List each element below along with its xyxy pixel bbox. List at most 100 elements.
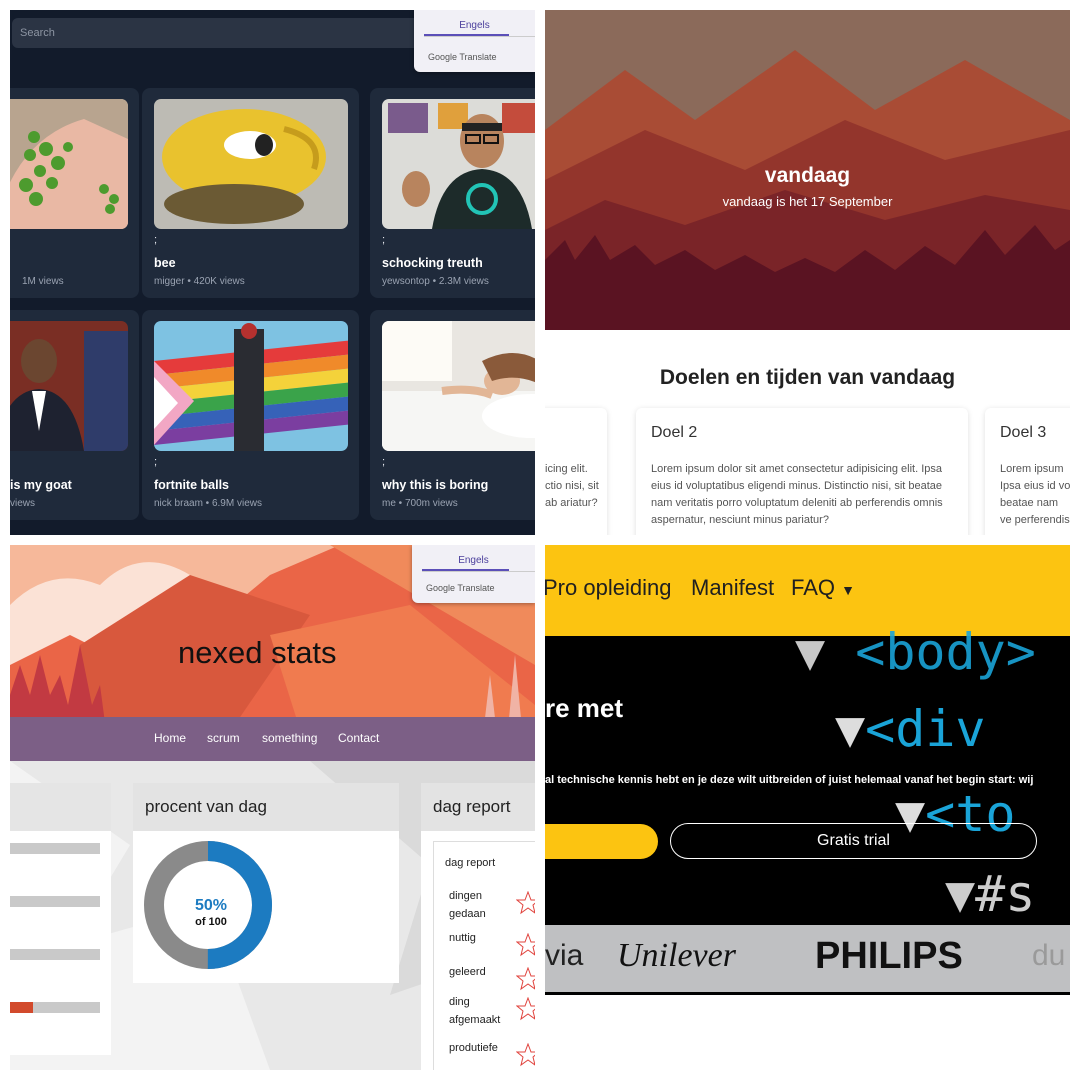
search-input[interactable]: Search — [12, 18, 432, 48]
progress-bar — [10, 1002, 100, 1013]
partner-logos-strip: via Unilever PHILIPS du — [545, 925, 1070, 992]
video-title[interactable]: bee — [154, 256, 176, 270]
video-meta: me • 700m views — [382, 498, 458, 509]
goal-card: Doel 3 Lorem ipsum Ipsa eius id vo beata… — [985, 408, 1070, 535]
bee-image — [154, 99, 348, 229]
video-card[interactable]: ; schocking treuth yewsontop • 2.3M view… — [370, 88, 535, 298]
panel-title: procent van dag — [145, 797, 267, 816]
video-meta: yewsontop • 2.3M views — [382, 276, 489, 287]
partner-logo: du — [1032, 939, 1066, 972]
video-semicolon: ; — [154, 234, 158, 246]
progress-bar — [10, 843, 100, 854]
video-title[interactable]: schocking treuth — [382, 256, 483, 270]
video-semicolon: ; — [382, 456, 386, 468]
video-title[interactable]: why this is boring — [382, 478, 488, 492]
stats-page-screen: nexed stats Home scrum something Contact… — [10, 545, 535, 1070]
nav-link-manifest[interactable]: Manifest — [691, 575, 774, 601]
caret-down-icon: ▼ — [841, 582, 855, 598]
video-thumbnail[interactable] — [10, 99, 128, 229]
report-item-label: ding afgemaakt — [449, 996, 501, 1026]
report-item-label: dingen gedaan — [449, 890, 486, 920]
nav-bar: Home scrum something Contact — [10, 717, 535, 761]
panel-title: dag report — [433, 797, 511, 816]
translate-divider — [424, 36, 535, 37]
report-list: dag report dingen gedaan nuttig geleerd din… — [421, 831, 535, 1070]
goal-title: Doel 3 — [1000, 424, 1047, 441]
video-thumbnail[interactable] — [382, 99, 535, 229]
hero-subtitle: vandaag is het 17 September — [722, 194, 893, 209]
triangle-icon: ▼ — [945, 865, 976, 923]
video-thumbnail[interactable] — [154, 321, 348, 451]
panel-header — [10, 783, 111, 831]
sleeping-woman-image — [382, 321, 535, 451]
google-translate-widget[interactable]: Engels Google Translate — [412, 545, 535, 603]
progress-bar — [10, 896, 100, 907]
primary-cta-button[interactable] — [545, 824, 658, 859]
shocked-man-image — [382, 99, 535, 229]
translate-language-tab[interactable]: Engels — [412, 555, 535, 566]
trial-button[interactable]: Gratis trial — [670, 823, 1037, 859]
report-list-box: dag report dingen gedaan nuttig geleerd din… — [433, 841, 535, 1070]
triangle-icon: ▼ — [835, 700, 866, 758]
coding-school-screen: Pro opleiding Manifest FAQ ▼ ▼ <body> ▼<… — [545, 545, 1070, 995]
faq-label: FAQ — [791, 575, 836, 600]
triangle-icon: ▼ — [795, 623, 826, 681]
goal-title: Doel 2 — [651, 424, 698, 441]
translate-divider — [422, 571, 535, 572]
pride-flag-image — [154, 321, 348, 451]
nav-link-pro-opleiding[interactable]: Pro opleiding — [545, 575, 671, 601]
nav-link-home[interactable]: Home — [154, 731, 186, 745]
video-title[interactable]: is my goat — [10, 478, 72, 492]
star-icon[interactable] — [516, 1043, 535, 1067]
video-card[interactable]: ; fortnite balls nick braam • 6.9M views — [142, 310, 359, 520]
philips-logo: PHILIPS — [815, 935, 963, 977]
peas-hand-image — [10, 99, 128, 229]
video-card[interactable]: is my goat views — [10, 310, 139, 520]
unilever-logo: Unilever — [617, 937, 736, 974]
report-panel: dag report dag report dingen gedaan nutti… — [421, 783, 535, 1070]
video-semicolon: ; — [154, 456, 158, 468]
goal-body: Lorem ipsum dolor sit amet consectetur a… — [651, 463, 943, 526]
video-title[interactable]: fortnite balls — [154, 478, 229, 492]
video-thumbnail[interactable] — [154, 99, 348, 229]
report-list-title: dag report — [445, 857, 496, 869]
video-meta: 1M views — [22, 276, 64, 287]
panel-header: dag report — [421, 783, 535, 831]
google-translate-widget[interactable]: Engels Google Translate — [414, 10, 535, 72]
goal-card: icing elit. ctio nisi, sit ab ariatur? — [545, 408, 607, 535]
video-meta: nick braam • 6.9M views — [154, 498, 262, 509]
nav-link-faq[interactable]: FAQ ▼ — [791, 575, 855, 601]
video-thumbnail[interactable] — [10, 321, 128, 451]
bars-panel — [10, 783, 111, 1055]
progress-panel: procent van dag 50% of 100 — [133, 783, 399, 983]
report-item-label: nuttig — [449, 932, 476, 944]
hero-title: vandaag — [764, 164, 851, 187]
video-card[interactable]: ; why this is boring me • 700m views — [370, 310, 535, 520]
nav-link-scrum[interactable]: scrum — [207, 731, 240, 745]
star-icon[interactable] — [516, 967, 535, 991]
video-meta: views — [10, 498, 36, 509]
video-card[interactable]: 1M views — [10, 88, 139, 298]
google-translate-label: Google Translate — [426, 583, 495, 593]
translate-language-tab[interactable]: Engels — [414, 20, 535, 31]
hero-headline: re met — [545, 693, 624, 723]
goals-page-screen: vandaag vandaag is het 17 September Doel… — [545, 10, 1070, 535]
progress-bar — [10, 949, 100, 960]
code-line: ▼#s — [945, 865, 1036, 923]
video-card[interactable]: ; bee migger • 420K views — [142, 88, 359, 298]
hero-banner: vandaag vandaag is het 17 September — [545, 10, 1070, 330]
report-item-label: geleerd — [449, 966, 486, 978]
video-thumbnail[interactable] — [382, 321, 535, 451]
video-meta: migger • 420K views — [154, 276, 245, 287]
video-grid-screen: Search 1M views ; bee migger • 420K view… — [10, 10, 535, 535]
star-icon[interactable] — [516, 891, 535, 915]
nav-link-something[interactable]: something — [262, 731, 317, 745]
partner-logo: via — [545, 939, 584, 972]
nav-link-contact[interactable]: Contact — [338, 731, 379, 745]
star-icon[interactable] — [516, 933, 535, 957]
code-line: ▼ <body> — [795, 623, 1036, 681]
goal-body: Lorem ipsum Ipsa eius id vo beatae nam v… — [1000, 463, 1070, 526]
site-title: nexed stats — [178, 635, 337, 670]
hero-intro: al technische kennis hebt en je deze wil… — [545, 774, 1034, 786]
star-icon[interactable] — [516, 997, 535, 1021]
